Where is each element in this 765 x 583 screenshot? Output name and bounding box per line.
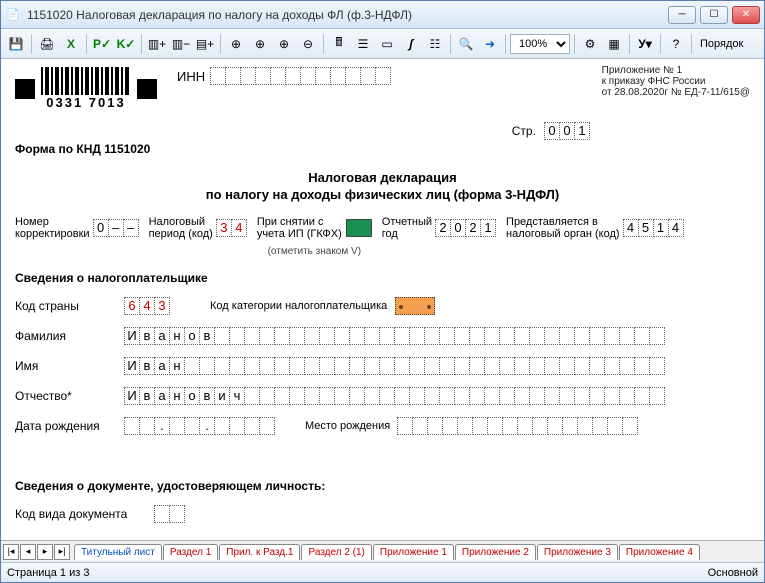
config2-icon[interactable]: ▦	[603, 33, 625, 55]
tab-appendix-4[interactable]: Приложение 4	[619, 544, 700, 560]
patronymic-label: Отчество*	[15, 389, 125, 403]
help-icon[interactable]: ?	[665, 33, 687, 55]
black-square-icon	[15, 79, 35, 99]
doc-title-2: по налогу на доходы физических лиц (форм…	[15, 187, 750, 202]
calc-icon[interactable]: 🖩	[328, 33, 350, 55]
zoom-select[interactable]: 100%	[510, 34, 570, 54]
doctype-label: Код вида документа	[15, 507, 155, 521]
taxpayer-section: Сведения о налогоплательщике	[15, 271, 750, 285]
inn-field[interactable]	[211, 67, 391, 85]
page-num-label: Стр.	[512, 124, 536, 138]
page-indicator: Страница 1 из 3	[7, 567, 89, 579]
tab-next-button[interactable]: ▸	[37, 544, 53, 560]
close-button[interactable]: ✕	[732, 6, 760, 24]
tab-title-sheet[interactable]: Титульный лист	[74, 544, 162, 560]
statusbar: Страница 1 из 3 Основной	[1, 562, 764, 582]
knd-code: Форма по КНД 1151020	[15, 142, 750, 156]
insert3-icon[interactable]: ⊕	[273, 33, 295, 55]
category-field[interactable]	[395, 297, 435, 315]
document-section: Сведения о документе, удостоверяющем лич…	[15, 479, 750, 493]
excel-icon[interactable]: X	[60, 33, 82, 55]
birthplace-label: Место рождения	[305, 420, 390, 432]
titlebar: 📄 1151020 Налоговая декларация по налогу…	[1, 1, 764, 29]
print-icon[interactable]: 🖨	[36, 33, 58, 55]
tab-last-button[interactable]: ▸|	[54, 544, 70, 560]
ip-label: При снятии с учета ИП (ГКФХ)	[257, 216, 342, 240]
name-field[interactable]: Иван	[125, 357, 665, 375]
minimize-button[interactable]: ─	[668, 6, 696, 24]
tab-appendix-s1[interactable]: Прил. к Разд.1	[219, 544, 300, 560]
tab-appendix-1[interactable]: Приложение 1	[373, 544, 454, 560]
mode-indicator: Основной	[708, 567, 758, 579]
remove-sheet-icon[interactable]: ▥−	[170, 33, 192, 55]
insert-icon[interactable]: ⊕	[225, 33, 247, 55]
period-label: Налоговый период (код)	[149, 216, 213, 240]
document-icon: 📄	[5, 7, 21, 23]
doc-title-1: Налоговая декларация	[15, 170, 750, 185]
goto-icon[interactable]: ➜	[479, 33, 501, 55]
find-icon[interactable]: 🔍	[455, 33, 477, 55]
add-sheet-icon[interactable]: ▥+	[146, 33, 168, 55]
barcode: 0331 7013	[41, 67, 131, 110]
tab-section-2[interactable]: Раздел 2 (1)	[301, 544, 371, 560]
year-field[interactable]: 2021	[436, 219, 496, 237]
period-field[interactable]: 34	[217, 219, 247, 237]
birthplace-field[interactable]	[398, 417, 638, 435]
list-icon[interactable]: ☰	[352, 33, 374, 55]
insert2-icon[interactable]: ⊕	[249, 33, 271, 55]
u-icon[interactable]: У▾	[634, 33, 656, 55]
add-row-icon[interactable]: ▤+	[194, 33, 216, 55]
correction-label: Номер корректировки	[15, 216, 90, 240]
surname-field[interactable]: Иванов	[125, 327, 665, 345]
delete-icon[interactable]: ⊖	[297, 33, 319, 55]
tab-prev-button[interactable]: ◂	[20, 544, 36, 560]
toolbar: 💾 🖨 X P✓ K✓ ▥+ ▥− ▤+ ⊕ ⊕ ⊕ ⊖ 🖩 ☰ ▭ ʃ ☷ 🔍…	[1, 29, 764, 59]
tree-icon[interactable]: ☷	[424, 33, 446, 55]
config-icon[interactable]: ⚙	[579, 33, 601, 55]
window-title: 1151020 Налоговая декларация по налогу н…	[27, 8, 668, 22]
barcode-number: 0331 7013	[46, 95, 125, 110]
year-label: Отчетный год	[382, 216, 432, 240]
tab-appendix-3[interactable]: Приложение 3	[537, 544, 618, 560]
ip-note: (отметить знаком V)	[268, 246, 361, 257]
maximize-button[interactable]: ☐	[700, 6, 728, 24]
black-square-icon	[137, 79, 157, 99]
page-num-field[interactable]: 001	[545, 122, 590, 140]
country-field[interactable]: 643	[125, 297, 170, 315]
country-label: Код страны	[15, 299, 125, 313]
birthdate-field[interactable]: ..	[125, 417, 275, 435]
surname-label: Фамилия	[15, 329, 125, 343]
appendix-info: Приложение № 1 к приказу ФНС России от 2…	[602, 65, 750, 98]
birthdate-label: Дата рождения	[15, 419, 125, 433]
order-label[interactable]: Порядок	[696, 38, 747, 50]
function-icon[interactable]: ʃ	[400, 33, 422, 55]
tab-appendix-2[interactable]: Приложение 2	[455, 544, 536, 560]
window-buttons: ─ ☐ ✕	[668, 6, 760, 24]
sheet-tabs: |◂ ◂ ▸ ▸| Титульный лист Раздел 1 Прил. …	[1, 540, 764, 562]
doctype-field[interactable]	[155, 505, 185, 523]
category-label: Код категории налогоплательщика	[210, 300, 387, 312]
k-check-icon[interactable]: K✓	[115, 33, 137, 55]
tab-first-button[interactable]: |◂	[3, 544, 19, 560]
organ-label: Представляется в налоговый орган (код)	[506, 216, 620, 240]
ip-checkbox[interactable]	[346, 219, 372, 237]
document-area: 0331 7013 ИНН Приложение № 1 к приказу Ф…	[1, 59, 764, 540]
p-check-icon[interactable]: P✓	[91, 33, 113, 55]
correction-field[interactable]: 0––	[94, 219, 139, 237]
name-label: Имя	[15, 359, 125, 373]
patronymic-field[interactable]: Иванович	[125, 387, 665, 405]
save-icon[interactable]: 💾	[5, 33, 27, 55]
organ-field[interactable]: 4514	[624, 219, 684, 237]
app-window: 📄 1151020 Налоговая декларация по налогу…	[0, 0, 765, 583]
inn-label: ИНН	[177, 69, 205, 84]
tab-section-1[interactable]: Раздел 1	[163, 544, 218, 560]
form-icon[interactable]: ▭	[376, 33, 398, 55]
